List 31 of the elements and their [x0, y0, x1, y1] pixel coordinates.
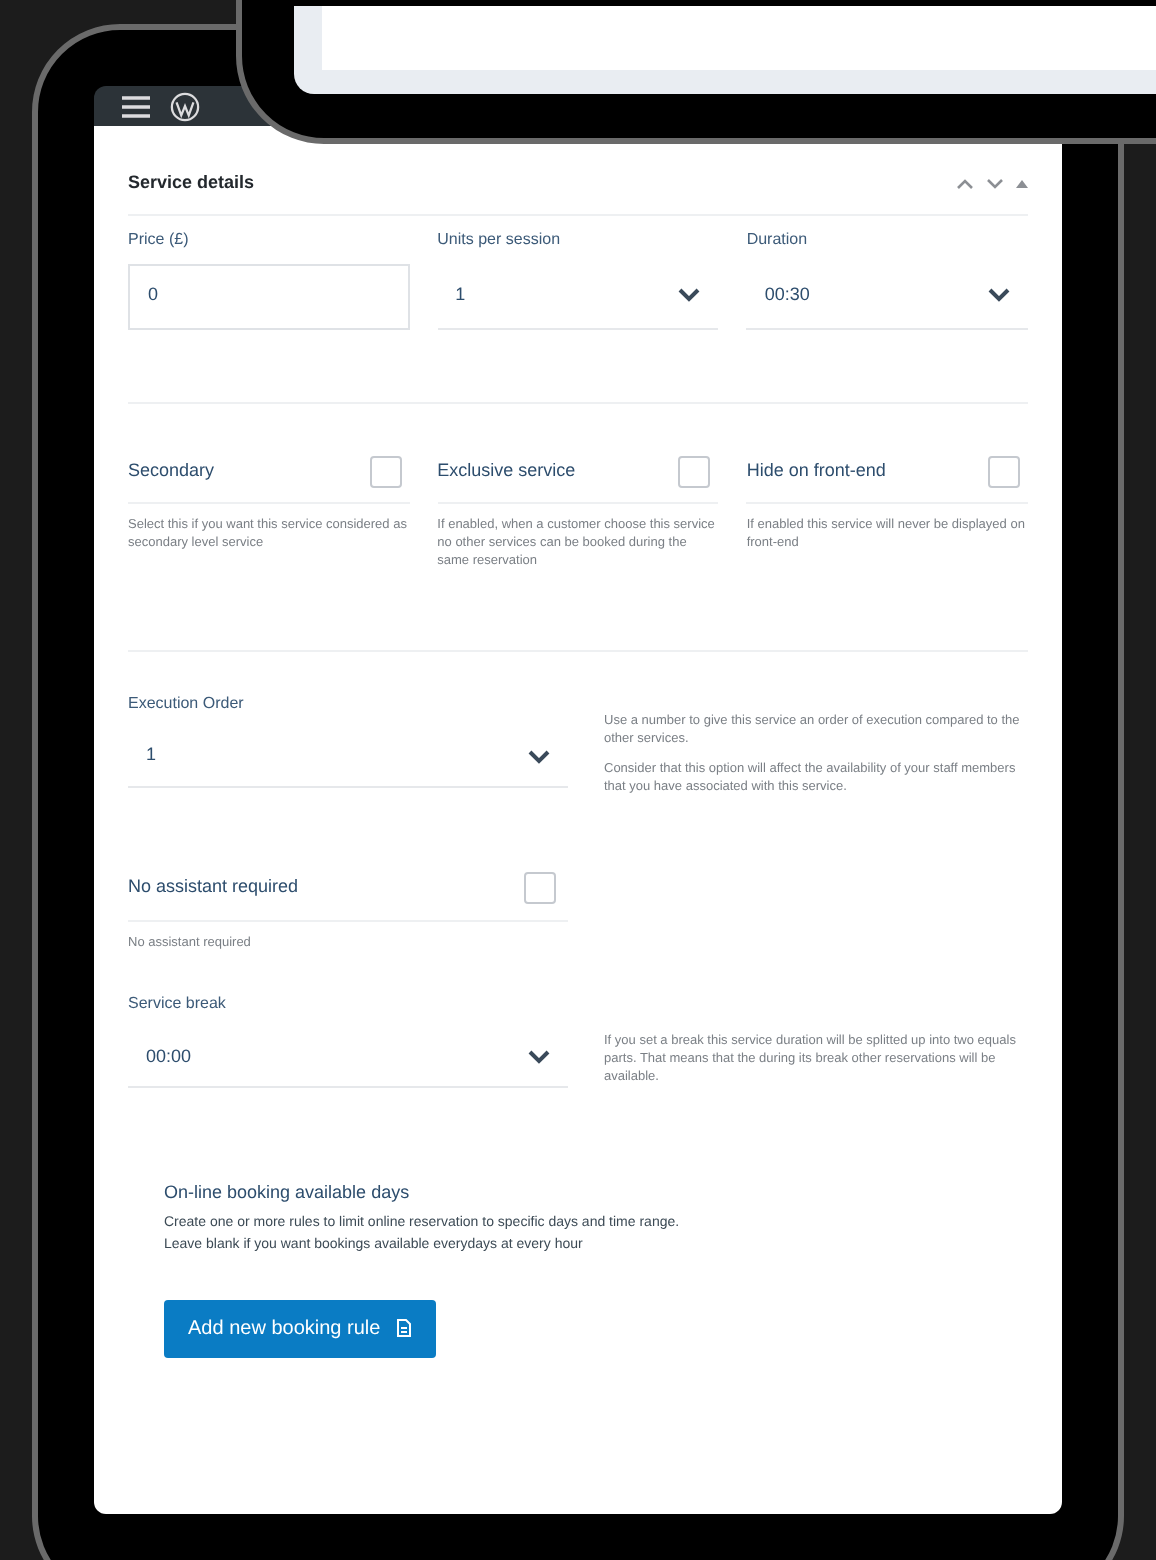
- collapse-icon[interactable]: [1016, 179, 1028, 188]
- field-label: Units per session: [437, 227, 563, 251]
- document-icon: [396, 1318, 413, 1339]
- chevron-down-icon: [678, 288, 701, 302]
- select-field[interactable]: 1: [437, 263, 719, 329]
- chevron-down-icon: [528, 1050, 550, 1065]
- panel-title: Service details: [128, 170, 255, 196]
- field-label: Price (£): [128, 227, 191, 251]
- option-label: No assistant required: [128, 873, 299, 900]
- field-label: Service break: [128, 992, 228, 1017]
- add-booking-rule-button[interactable]: Add new booking rule: [164, 1299, 437, 1358]
- option-label: Hide on front-end: [746, 457, 886, 484]
- chevron-up-icon[interactable]: [956, 177, 974, 190]
- checkbox[interactable]: [988, 455, 1020, 487]
- select-field[interactable]: 00:30: [746, 263, 1028, 329]
- checkbox[interactable]: [678, 455, 711, 487]
- chevron-down-icon[interactable]: [986, 177, 1004, 190]
- chevron-down-icon: [528, 749, 550, 763]
- menu-icon[interactable]: [122, 95, 150, 117]
- field-label: Execution Order: [128, 691, 246, 715]
- booking-title: On-line booking available days: [164, 1180, 412, 1207]
- price-field[interactable]: 0: [128, 263, 410, 329]
- field-label: Duration: [746, 227, 810, 251]
- option-label: Secondary: [128, 457, 215, 484]
- select-field[interactable]: 1: [128, 727, 568, 787]
- chevron-down-icon: [988, 288, 1010, 302]
- logo-icon[interactable]: [170, 91, 200, 121]
- checkbox[interactable]: [369, 455, 402, 487]
- checkbox[interactable]: [524, 871, 556, 903]
- select-field[interactable]: 00:00: [128, 1028, 568, 1089]
- option-label: Exclusive service: [437, 457, 576, 484]
